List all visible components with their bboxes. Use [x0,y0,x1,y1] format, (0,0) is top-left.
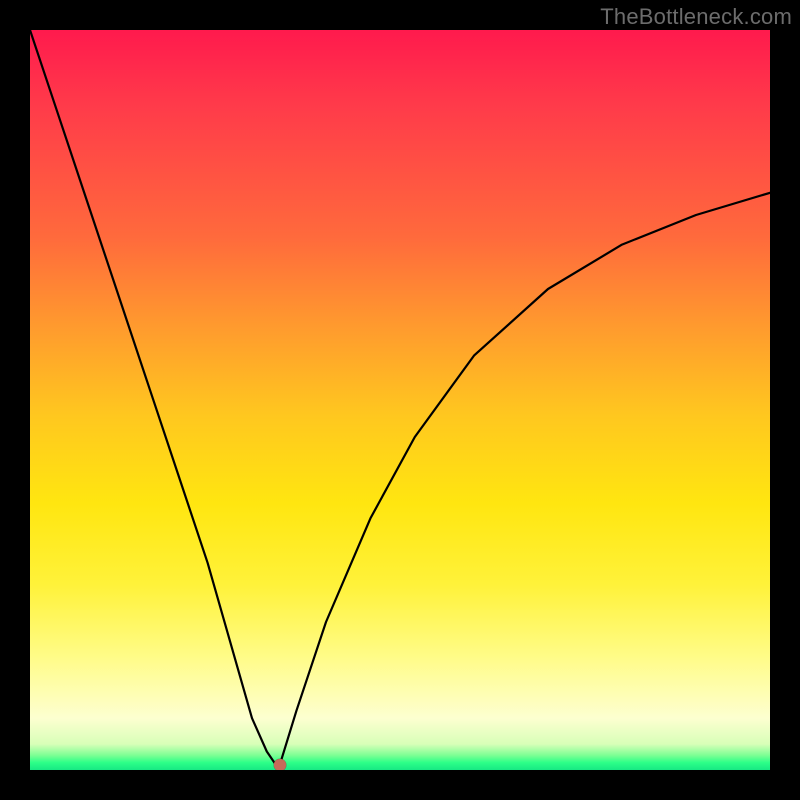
bottleneck-curve [30,30,770,768]
minimum-marker-dot [274,759,287,770]
curve-layer [30,30,770,770]
chart-frame: TheBottleneck.com [0,0,800,800]
watermark-text: TheBottleneck.com [600,4,792,30]
plot-area [30,30,770,770]
